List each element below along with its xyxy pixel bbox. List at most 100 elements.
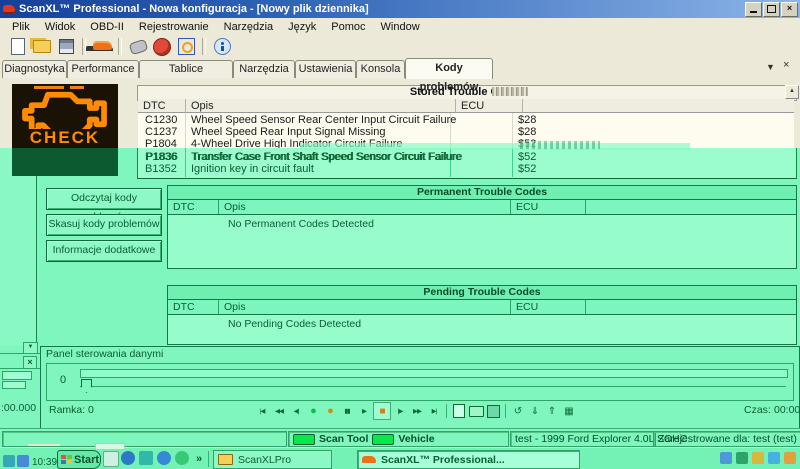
restore-button[interactable] bbox=[763, 2, 780, 17]
tray-icon[interactable] bbox=[752, 452, 764, 464]
info-button[interactable] bbox=[210, 37, 234, 56]
clear-codes-button[interactable]: Skasuj kody problemów bbox=[46, 214, 162, 236]
menu-pomoc[interactable]: Pomoc bbox=[324, 20, 373, 34]
dropdown-icon[interactable]: ▼ bbox=[23, 342, 38, 354]
col-ecu[interactable]: ECU bbox=[456, 99, 523, 113]
new-file-button[interactable] bbox=[6, 37, 30, 56]
step-forward-button[interactable]: |▶ bbox=[392, 403, 408, 419]
additional-info-button[interactable]: Informacje dodatkowe bbox=[46, 240, 162, 262]
col-ecu[interactable]: ECU bbox=[511, 200, 586, 214]
close-button[interactable]: × bbox=[781, 2, 798, 17]
menu-window[interactable]: Window bbox=[374, 20, 428, 34]
new-file-icon bbox=[453, 404, 465, 418]
menu-widok[interactable]: Widok bbox=[38, 20, 84, 34]
table-row[interactable]: C1237 Wheel Speed Rear Input Signal Miss… bbox=[138, 126, 794, 138]
quick-launch-icon[interactable] bbox=[157, 451, 171, 465]
record-button[interactable]: ● bbox=[305, 403, 321, 419]
tab-close-icon[interactable]: × bbox=[783, 60, 789, 71]
window-title: ScanXL™ Professional - Nowa konfiguracja… bbox=[19, 3, 369, 15]
read-codes-button[interactable]: Odczytaj kody problemów bbox=[46, 188, 162, 210]
menu-rejestrowanie[interactable]: Rejestrowanie bbox=[132, 20, 217, 34]
menu-obd2[interactable]: OBD-II bbox=[83, 20, 132, 34]
upload-button[interactable]: ⇑ bbox=[544, 403, 560, 419]
vehicle-button[interactable] bbox=[90, 37, 114, 56]
tray-icon[interactable] bbox=[720, 452, 732, 464]
slider-thumb[interactable] bbox=[81, 379, 92, 393]
menu-plik[interactable]: Plik bbox=[5, 20, 38, 34]
tab-ustawienia[interactable]: Ustawienia bbox=[295, 60, 356, 78]
check-engine-indicator: CHECK bbox=[12, 84, 118, 148]
dtc-cell: C1230 bbox=[145, 114, 177, 126]
table-row[interactable]: B1352 Ignition key in circuit fault $52 bbox=[138, 163, 794, 175]
col-dtc[interactable]: DTC bbox=[138, 99, 186, 113]
marker-button[interactable]: ● bbox=[322, 403, 338, 419]
tray-icon[interactable] bbox=[17, 455, 29, 467]
col-opis[interactable]: Opis bbox=[219, 300, 511, 314]
jump-to-start-button[interactable]: |◀ bbox=[254, 403, 270, 419]
col-dtc[interactable]: DTC bbox=[168, 200, 219, 214]
open-log-button[interactable] bbox=[468, 403, 484, 419]
open-button[interactable] bbox=[30, 37, 54, 56]
tab-narzedzia[interactable]: Narzędzia bbox=[233, 60, 295, 78]
new-log-button[interactable] bbox=[451, 403, 467, 419]
play-button[interactable]: ▶ bbox=[356, 403, 372, 419]
quick-launch-icon[interactable] bbox=[121, 451, 135, 465]
pause-button[interactable]: ▮▮ bbox=[339, 403, 355, 419]
col-opis[interactable]: Opis bbox=[186, 99, 456, 113]
scroll-up-button[interactable]: ▲ bbox=[785, 85, 799, 99]
pending-codes-group: Pending Trouble Codes DTC Opis ECU No Pe… bbox=[167, 285, 797, 345]
tab-diagnostyka[interactable]: Diagnostyka bbox=[2, 60, 67, 78]
quick-launch-icon[interactable] bbox=[175, 451, 189, 465]
menu-jezyk[interactable]: Język bbox=[281, 20, 324, 34]
grid-button[interactable]: ▦ bbox=[561, 403, 577, 419]
tab-tablice-rozdzielcze[interactable]: Tablice rozdzielcze bbox=[139, 60, 233, 78]
progress-bar[interactable] bbox=[80, 369, 788, 378]
connector-button[interactable] bbox=[126, 37, 150, 56]
table-row[interactable]: P1836 Transfer Case Front Shaft Speed Se… bbox=[138, 151, 794, 163]
close-icon[interactable]: × bbox=[23, 356, 37, 369]
taskbar-clock: 10:39 bbox=[32, 457, 57, 468]
step-back-button[interactable]: ◀| bbox=[288, 403, 304, 419]
dtc-cell: B1352 bbox=[145, 163, 177, 175]
quick-launch-icon[interactable] bbox=[103, 451, 119, 467]
tray-icon[interactable] bbox=[768, 452, 780, 464]
start-button[interactable]: Start bbox=[57, 450, 101, 469]
rewind-button[interactable]: ◀◀ bbox=[271, 403, 287, 419]
tray-icon[interactable] bbox=[736, 452, 748, 464]
pending-codes-header: DTC Opis ECU bbox=[168, 300, 796, 315]
col-extra[interactable] bbox=[523, 99, 794, 113]
col-extra[interactable] bbox=[586, 200, 796, 214]
tray-icon[interactable] bbox=[3, 455, 15, 467]
toolbar-separator bbox=[82, 38, 86, 55]
col-extra[interactable] bbox=[586, 300, 796, 314]
tray-icon[interactable] bbox=[784, 452, 796, 464]
connect-button[interactable] bbox=[150, 37, 174, 56]
title-bar[interactable]: ScanXL™ Professional - Nowa konfiguracja… bbox=[0, 0, 800, 18]
slider-track[interactable] bbox=[80, 386, 786, 387]
tab-kody-problemow[interactable]: Kody problemów bbox=[405, 58, 493, 79]
tab-dropdown-icon[interactable]: ▼ bbox=[766, 62, 775, 73]
col-ecu[interactable]: ECU bbox=[511, 300, 586, 314]
save-button[interactable] bbox=[54, 37, 78, 56]
tab-performance[interactable]: Performance bbox=[67, 60, 139, 78]
save-log-button[interactable] bbox=[485, 403, 501, 419]
car-icon bbox=[362, 456, 376, 463]
tab-konsola[interactable]: Konsola bbox=[356, 60, 405, 78]
quick-launch-overflow[interactable]: » bbox=[196, 453, 202, 465]
check-engine-indicator-glitched bbox=[12, 148, 118, 176]
download-button[interactable]: ⇓ bbox=[527, 403, 543, 419]
jump-to-end-button[interactable]: ▶| bbox=[426, 403, 442, 419]
minimize-button[interactable] bbox=[745, 2, 762, 17]
col-opis[interactable]: Opis bbox=[219, 200, 511, 214]
stop-button[interactable]: ■ bbox=[373, 402, 391, 420]
frame-value: 0 bbox=[88, 404, 94, 416]
undo-button[interactable]: ↺ bbox=[510, 403, 526, 419]
table-row[interactable]: C1230 Wheel Speed Sensor Rear Center Inp… bbox=[138, 114, 794, 126]
fast-forward-button[interactable]: ▶▶ bbox=[409, 403, 425, 419]
menu-narzedzia[interactable]: Narzędzia bbox=[217, 20, 282, 34]
col-dtc[interactable]: DTC bbox=[168, 300, 219, 314]
taskbar-button-scanxlpro[interactable]: ScanXLPro bbox=[213, 450, 332, 469]
taskbar-button-scanxl[interactable]: ScanXL™ Professional... bbox=[357, 450, 580, 469]
dashboard-designer-button[interactable] bbox=[174, 37, 198, 56]
quick-launch-icon[interactable] bbox=[139, 451, 153, 465]
